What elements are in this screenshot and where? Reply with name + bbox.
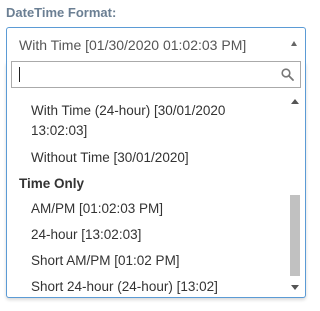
scrollbar[interactable]: [289, 93, 301, 296]
chevron-up-icon[interactable]: [291, 99, 299, 104]
scroll-thumb[interactable]: [290, 195, 300, 276]
dropdown-panel: With Time (24-hour) [30/01/2020 13:02:03…: [6, 61, 306, 298]
chevron-up-icon: [291, 41, 297, 46]
search-input[interactable]: [12, 62, 274, 87]
search-box[interactable]: [11, 61, 301, 88]
option-short-24-hour[interactable]: Short 24-hour (24-hour) [13:02]: [7, 277, 287, 296]
search-icon: [281, 68, 294, 81]
chevron-down-icon[interactable]: [291, 285, 299, 290]
option-am-pm[interactable]: AM/PM [01:02:03 PM]: [7, 199, 287, 219]
scroll-track[interactable]: [289, 111, 301, 278]
option-with-time-24-hour[interactable]: With Time (24-hour) [30/01/2020 13:02:03…: [7, 101, 241, 141]
datetime-format-select[interactable]: With Time [01/30/2020 01:02:03 PM]: [6, 27, 306, 63]
text-cursor: [19, 67, 20, 82]
selected-value: With Time [01/30/2020 01:02:03 PM]: [19, 37, 247, 53]
option-short-am-pm[interactable]: Short AM/PM [01:02 PM]: [7, 251, 287, 271]
options-list: With Time (24-hour) [30/01/2020 13:02:03…: [7, 93, 287, 296]
option-without-time[interactable]: Without Time [30/01/2020]: [7, 148, 287, 168]
option-24-hour[interactable]: 24-hour [13:02:03]: [7, 225, 287, 245]
field-label: DateTime Format:: [6, 5, 117, 20]
group-time-only: Time Only: [19, 176, 85, 191]
